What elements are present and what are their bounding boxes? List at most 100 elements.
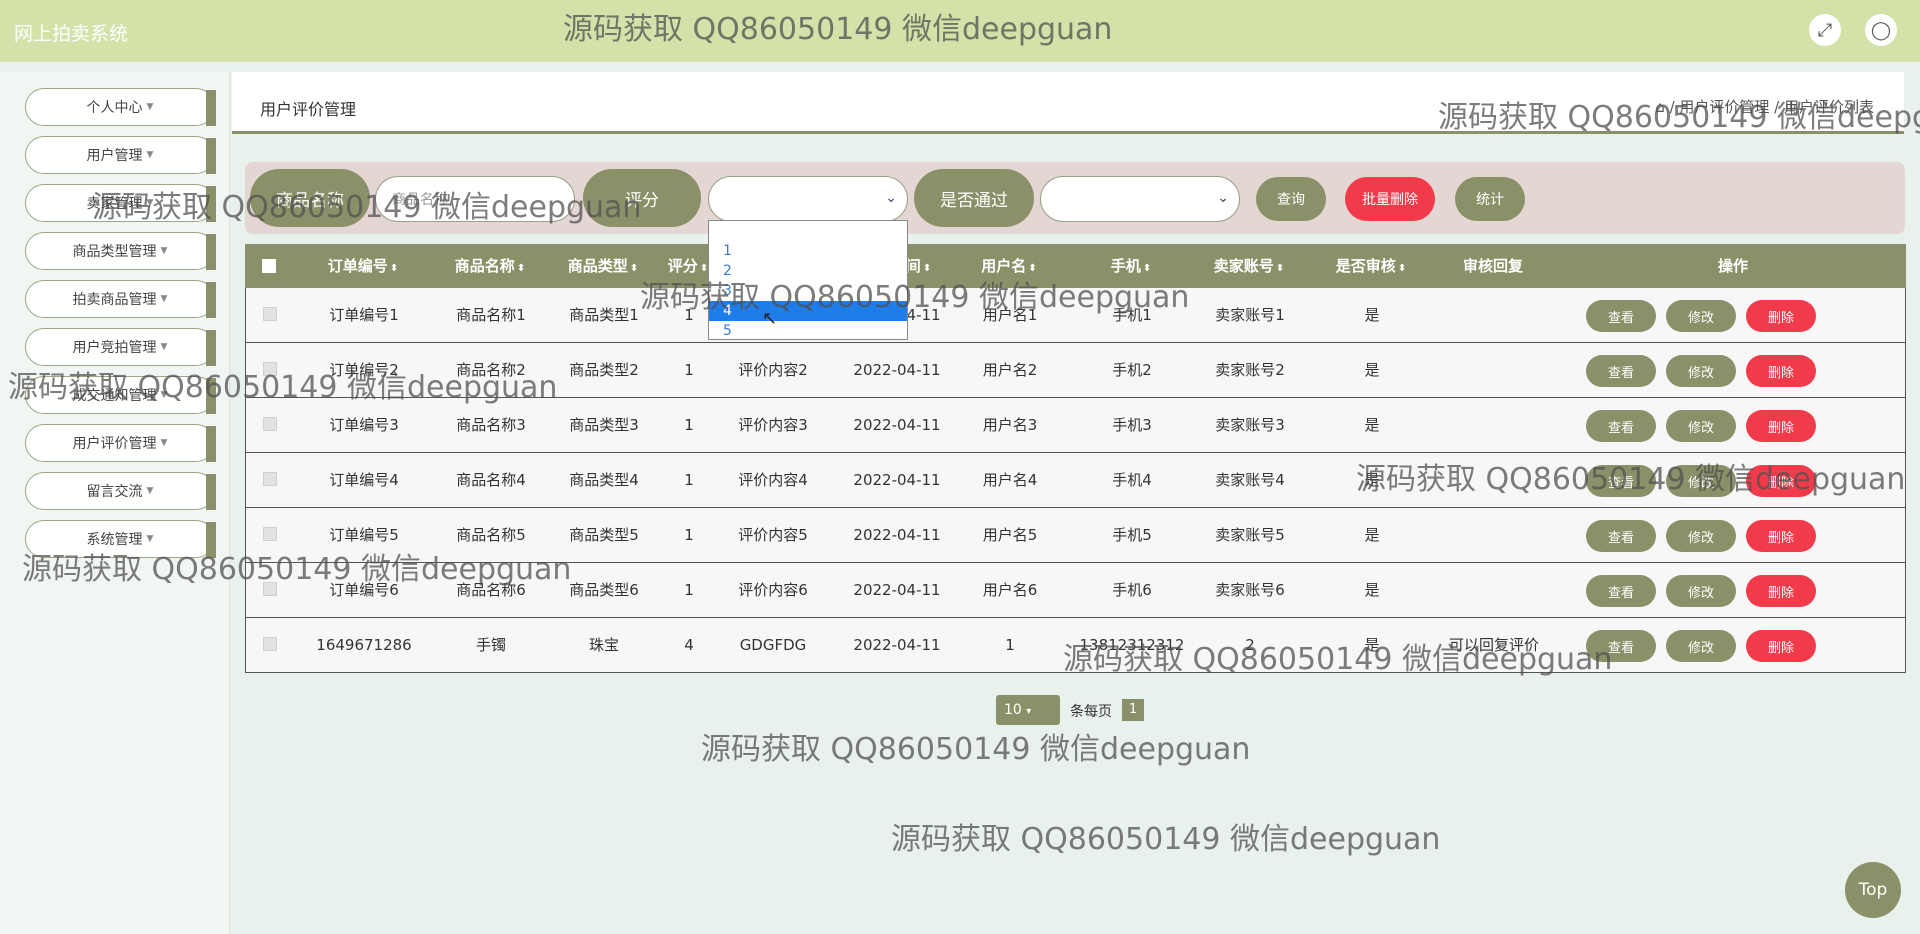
column-header: 操作 [1673,244,1793,288]
sidebar-item-accent [206,138,216,174]
app-title: 网上拍卖系统 [14,23,129,45]
column-header[interactable]: 是否审核 ⬍ [1311,244,1431,288]
query-button[interactable]: 查询 [1256,177,1326,221]
column-header-label: 订单编号 [327,257,388,275]
fullscreen-icon[interactable]: ⤢ [1809,14,1841,46]
watermark: 源码获取 QQ86050149 微信deepguan [701,732,1251,767]
table-cell: 用户名2 [982,361,1038,379]
back-to-top-button[interactable]: Top [1845,862,1901,918]
delete-button[interactable]: 删除 [1746,355,1816,387]
sidebar-item[interactable]: 商品类型管理 ▼ [25,232,216,270]
column-header[interactable]: 订单编号 ⬍ [303,244,423,288]
sidebar-item-accent [206,426,216,462]
view-button[interactable]: 查看 [1586,575,1656,607]
table-cell: 用户名4 [982,471,1038,489]
table-cell: 是 [1364,581,1380,599]
column-header-label: 审核回复 [1462,257,1523,275]
sort-icon[interactable]: ⬍ [390,263,398,274]
chevron-down-icon: ▼ [160,438,168,448]
watermark: 源码获取 QQ86050149 微信deepguan [8,370,558,405]
row-checkbox[interactable] [263,307,277,321]
select-all-checkbox[interactable] [262,259,276,273]
view-button[interactable]: 查看 [1586,520,1656,552]
page-size-value: 10 [1004,702,1022,718]
edit-button[interactable]: 修改 [1666,410,1736,442]
page-number[interactable]: 1 [1122,699,1144,721]
batch-delete-button[interactable]: 批量删除 [1345,177,1435,221]
table-cell: 卖家账号2 [1215,361,1285,379]
delete-button[interactable]: 删除 [1746,630,1816,662]
column-header-label: 是否审核 [1335,257,1396,275]
edit-button[interactable]: 修改 [1666,355,1736,387]
table-cell: 是 [1364,416,1380,434]
edit-button[interactable]: 修改 [1666,630,1736,662]
page-size-select[interactable]: 10 ▾ [996,695,1060,725]
stats-button[interactable]: 统计 [1455,177,1525,221]
sort-icon[interactable]: ⬍ [517,263,525,274]
row-checkbox[interactable] [263,637,277,651]
table-cell: 是 [1364,361,1380,379]
table-cell: 卖家账号6 [1215,581,1285,599]
score-select[interactable]: ⌄ [708,176,908,222]
pass-select[interactable]: ⌄ [1040,176,1240,222]
column-header[interactable]: 商品名称 ⬍ [430,244,550,288]
sidebar-item[interactable]: 留言交流 ▼ [25,472,216,510]
table-cell: 是 [1364,306,1380,324]
sort-icon[interactable]: ⬍ [1398,263,1406,274]
delete-button[interactable]: 删除 [1746,410,1816,442]
delete-button[interactable]: 删除 [1746,300,1816,332]
edit-button[interactable]: 修改 [1666,575,1736,607]
column-header-label: 商品名称 [454,257,515,275]
table-cell: 卖家账号3 [1215,416,1285,434]
dropdown-option[interactable]: 5 [709,321,907,341]
chevron-down-icon: ▼ [146,534,154,544]
table-cell: 订单编号3 [329,416,399,434]
sidebar-item-accent [206,330,216,366]
delete-button[interactable]: 删除 [1746,575,1816,607]
row-checkbox[interactable] [263,472,277,486]
table-cell: 用户名5 [982,526,1038,544]
view-button[interactable]: 查看 [1586,300,1656,332]
column-header-label: 商品类型 [567,257,628,275]
watermark: 源码获取 QQ86050149 微信deepguan [1063,642,1613,677]
sort-icon[interactable]: ⬍ [1276,263,1284,274]
edit-button[interactable]: 修改 [1666,300,1736,332]
chevron-down-icon: ▼ [146,102,154,112]
table-cell: 评价内容3 [738,416,808,434]
chevron-down-icon: ▼ [160,294,168,304]
table-cell: 用户名6 [982,581,1038,599]
chevron-down-icon: ▼ [146,150,154,160]
table-cell [1424,343,1564,397]
sidebar-item[interactable]: 用户评价管理 ▼ [25,424,216,462]
watermark: 源码获取 QQ86050149 微信deepguan [92,190,642,225]
row-checkbox[interactable] [263,417,277,431]
chevron-down-icon: ⌄ [885,190,897,206]
dropdown-option[interactable] [709,221,907,241]
sidebar-item[interactable]: 用户竞拍管理 ▼ [25,328,216,366]
view-button[interactable]: 查看 [1586,355,1656,387]
sidebar-item[interactable]: 用户管理 ▼ [25,136,216,174]
view-button[interactable]: 查看 [1586,410,1656,442]
column-header-label: 操作 [1717,257,1748,275]
delete-button[interactable]: 删除 [1746,520,1816,552]
sidebar-item-label: 留言交流 [86,484,143,500]
chevron-down-icon: ⌄ [1217,190,1229,206]
sidebar-item-label: 个人中心 [86,100,143,116]
column-header: 审核回复 [1433,244,1553,288]
sidebar-item-accent [206,234,216,270]
table-cell: GDGFDG [739,636,807,654]
watermark: 源码获取 QQ86050149 微信deepguan [640,280,1190,315]
sidebar-item[interactable]: 个人中心 ▼ [25,88,216,126]
dropdown-option[interactable]: 1 [709,241,907,261]
sidebar-item-accent [206,282,216,318]
row-checkbox[interactable] [263,527,277,541]
sidebar-item[interactable]: 拍卖商品管理 ▼ [25,280,216,318]
sidebar-item-label: 商品类型管理 [72,244,157,260]
column-header[interactable]: 卖家账号 ⬍ [1189,244,1309,288]
edit-button[interactable]: 修改 [1666,520,1736,552]
sidebar-item-label: 用户竞拍管理 [72,340,157,356]
chevron-down-icon: ▾ [1026,706,1032,717]
user-icon[interactable]: ◯ [1865,14,1897,46]
column-header-label: 卖家账号 [1213,257,1274,275]
pass-label: 是否通过 [914,169,1034,227]
